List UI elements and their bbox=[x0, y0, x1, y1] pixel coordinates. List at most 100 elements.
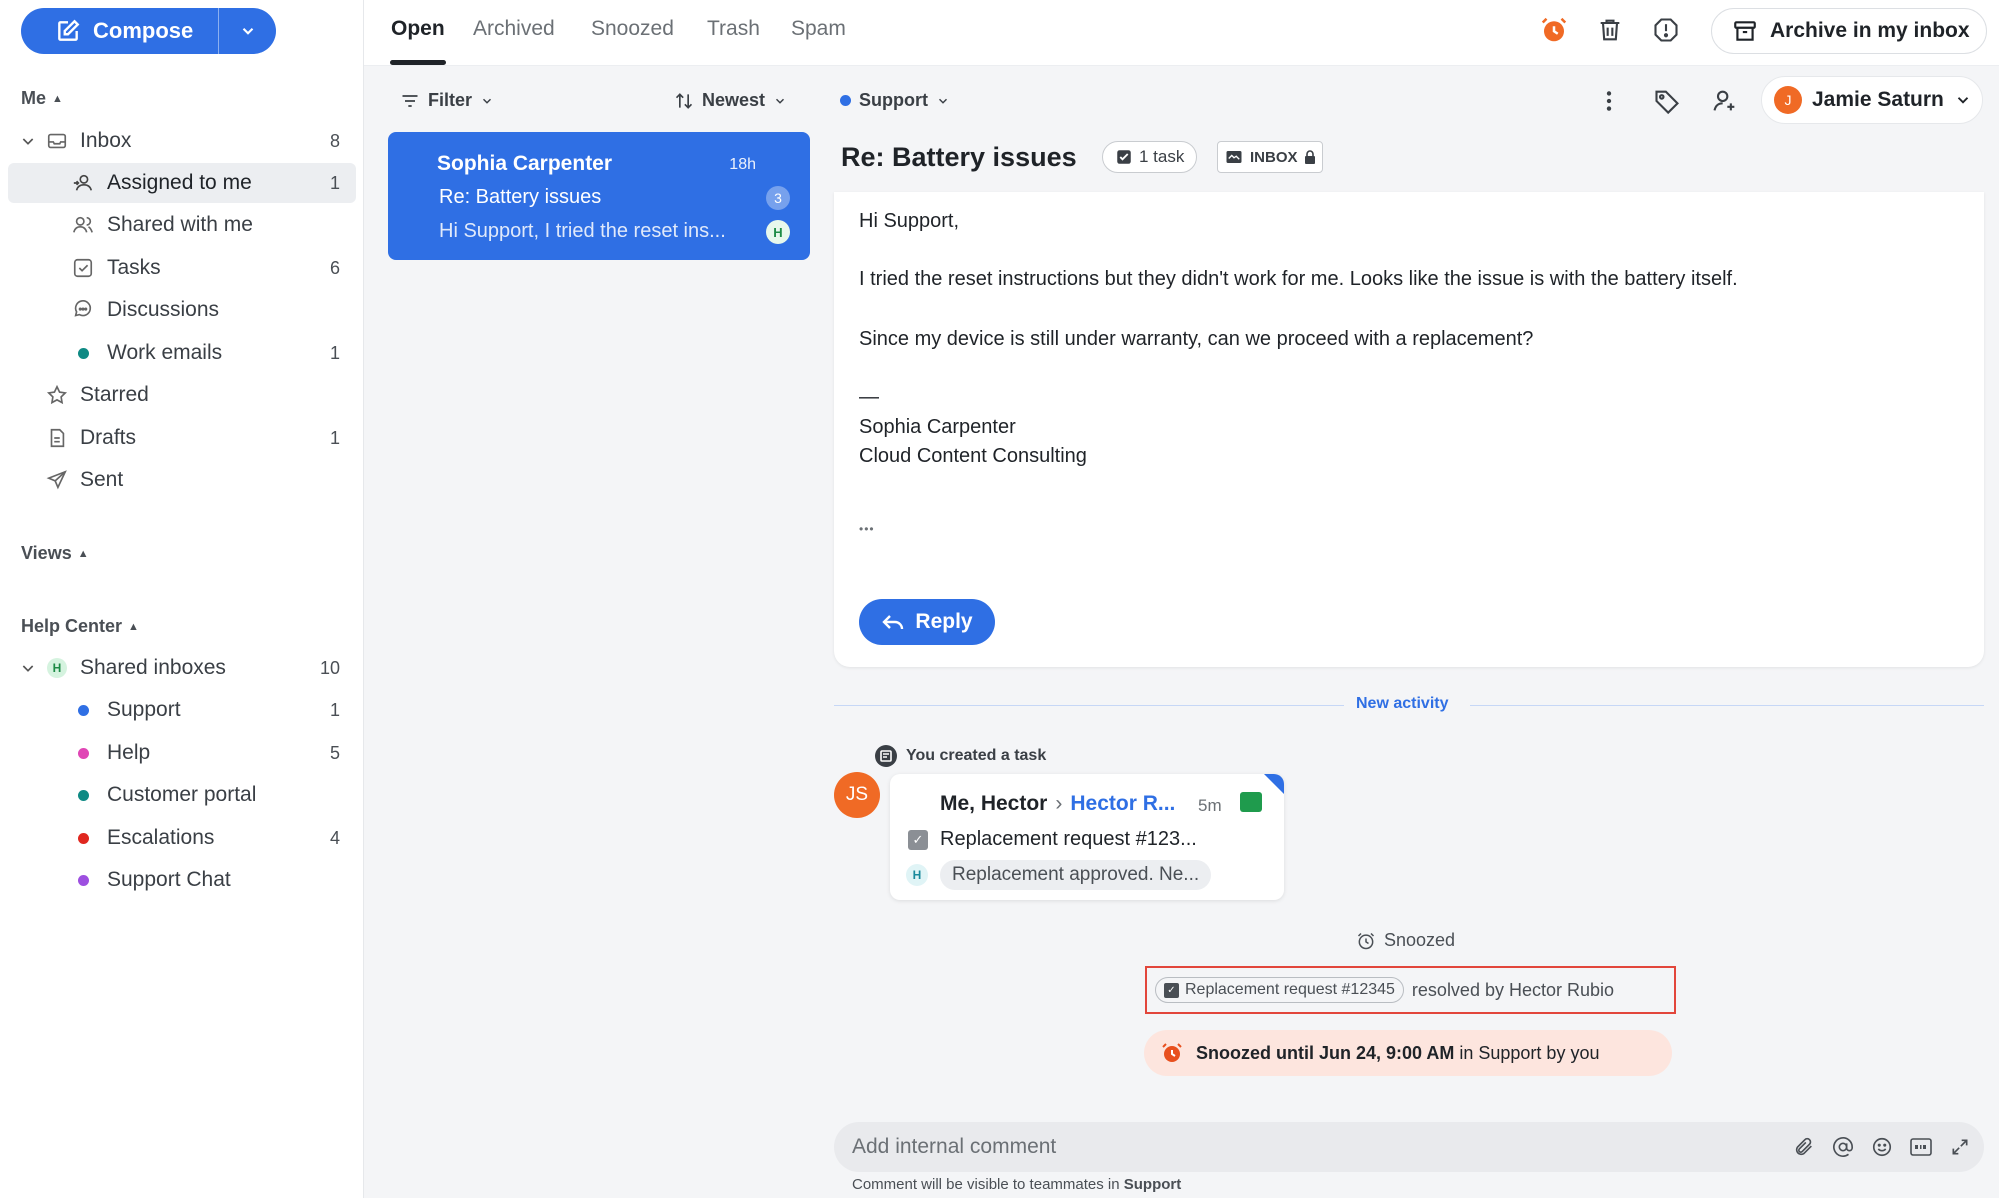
conversation-list-item[interactable]: Sophia Carpenter 18h Re: Battery issues … bbox=[388, 132, 810, 260]
chevron-down-icon bbox=[1957, 97, 1969, 104]
inbox-selector[interactable]: Support bbox=[840, 90, 950, 111]
inbox-selector-label: Support bbox=[859, 90, 928, 110]
sidebar-item-count: 1 bbox=[329, 172, 340, 193]
task-card[interactable]: Me, Hector › Hector R... 5m ✓ Replacemen… bbox=[890, 774, 1284, 900]
activity-created-task: You created a task bbox=[874, 744, 1046, 768]
sidebar-item-starred[interactable]: Starred bbox=[8, 375, 356, 415]
task-reference-label: Replacement request #12345 bbox=[1185, 981, 1395, 998]
active-tab-indicator bbox=[390, 60, 446, 65]
gif-icon[interactable] bbox=[1909, 1135, 1933, 1159]
unread-corner-marker bbox=[1264, 774, 1284, 794]
sidebar-item-label: Work emails bbox=[107, 341, 223, 364]
inbox-label-pill[interactable]: INBOX bbox=[1217, 141, 1323, 173]
sidebar-item-tasks[interactable]: Tasks 6 bbox=[8, 248, 356, 288]
inbox-pill-label: INBOX bbox=[1250, 148, 1298, 166]
blue-dot-icon bbox=[72, 699, 94, 721]
tag-button[interactable] bbox=[1650, 84, 1684, 118]
sidebar-item-shared-with-me[interactable]: Shared with me bbox=[8, 205, 356, 245]
chevron-down-icon bbox=[938, 98, 948, 104]
chat-bubble-icon bbox=[72, 299, 94, 321]
sort-button[interactable]: Newest bbox=[674, 90, 787, 111]
send-icon bbox=[46, 469, 68, 491]
delete-button[interactable] bbox=[1594, 14, 1626, 46]
chevron-down-icon bbox=[776, 98, 785, 104]
section-me-label: Me bbox=[21, 88, 47, 108]
sidebar-item-help[interactable]: Help 5 bbox=[8, 733, 356, 773]
tab-spam[interactable]: Spam bbox=[791, 17, 846, 41]
compose-dropdown-button[interactable] bbox=[219, 8, 276, 54]
sidebar-item-inbox[interactable]: Inbox 8 bbox=[8, 121, 356, 161]
internal-comment-box bbox=[834, 1122, 1984, 1172]
sidebar: Compose Me ▲ Inbox 8 Assigned to me 1 Sha… bbox=[0, 0, 364, 1198]
divider bbox=[1470, 705, 1984, 706]
sidebar-item-work-emails[interactable]: Work emails 1 bbox=[8, 333, 356, 373]
section-help-center-header[interactable]: Help Center ▲ bbox=[21, 616, 139, 637]
archive-box-icon bbox=[1734, 21, 1756, 41]
comment-visibility-note: Comment will be visible to teammates in … bbox=[852, 1176, 1182, 1193]
snooze-alarm-button[interactable] bbox=[1538, 14, 1570, 46]
more-options-button[interactable] bbox=[1592, 84, 1626, 118]
sidebar-item-count: 10 bbox=[319, 657, 340, 678]
sidebar-item-label: Shared with me bbox=[107, 213, 253, 236]
resolved-text: resolved by Hector Rubio bbox=[1411, 979, 1615, 1000]
activity-created-label: You created a task bbox=[906, 747, 1047, 764]
sidebar-item-assigned-to-me[interactable]: Assigned to me 1 bbox=[8, 163, 356, 203]
tab-open[interactable]: Open bbox=[391, 17, 445, 41]
sidebar-item-label: Customer portal bbox=[107, 783, 257, 806]
assignee-name: Jamie Saturn bbox=[1812, 88, 1944, 111]
archive-label: Archive in my inbox bbox=[1770, 19, 1970, 42]
share-with-teammate-button[interactable] bbox=[1708, 84, 1742, 118]
assignee-selector[interactable]: J Jamie Saturn bbox=[1761, 76, 1983, 124]
task-assignee: Hector R... bbox=[1070, 792, 1176, 815]
archive-in-my-inbox-button[interactable]: Archive in my inbox bbox=[1711, 8, 1987, 54]
section-views-header[interactable]: Views ▲ bbox=[21, 543, 89, 564]
red-dot-icon bbox=[72, 827, 94, 849]
chevron-down-icon[interactable] bbox=[20, 660, 36, 679]
conversation-sender: Sophia Carpenter bbox=[437, 152, 613, 175]
sidebar-item-shared-inboxes[interactable]: H Shared inboxes 10 bbox=[8, 648, 356, 688]
sidebar-item-sent[interactable]: Sent bbox=[8, 460, 356, 500]
sidebar-item-drafts[interactable]: Drafts 1 bbox=[8, 418, 356, 458]
emoji-smile-icon[interactable] bbox=[1870, 1135, 1894, 1159]
expand-icon[interactable] bbox=[1948, 1135, 1972, 1159]
filter-button[interactable]: Filter bbox=[400, 90, 494, 111]
sidebar-item-customer-portal[interactable]: Customer portal bbox=[8, 775, 356, 815]
checkbox-icon: ✓ bbox=[908, 830, 928, 850]
sidebar-item-count: 1 bbox=[329, 427, 340, 448]
task-snippet: Replacement approved. Ne... bbox=[940, 860, 1212, 890]
checkbox-icon bbox=[1117, 150, 1131, 164]
task-reference-pill[interactable]: ✓ Replacement request #12345 bbox=[1155, 977, 1404, 1003]
task-count-pill[interactable]: 1 task bbox=[1102, 141, 1198, 173]
reply-button[interactable]: Reply bbox=[859, 599, 995, 645]
message-paragraph: Since my device is still under warranty,… bbox=[859, 328, 1534, 350]
sidebar-item-discussions[interactable]: Discussions bbox=[8, 290, 356, 330]
sidebar-item-escalations[interactable]: Escalations 4 bbox=[8, 818, 356, 858]
alarm-clock-icon bbox=[1357, 932, 1375, 949]
help-center-badge-icon: H bbox=[906, 864, 928, 886]
task-participants: Me, Hector › Hector R... bbox=[940, 792, 1175, 816]
draft-document-icon bbox=[46, 427, 68, 449]
section-me-header[interactable]: Me ▲ bbox=[21, 88, 63, 109]
attachment-paperclip-icon[interactable] bbox=[1792, 1135, 1816, 1159]
report-spam-button[interactable] bbox=[1650, 14, 1682, 46]
sidebar-item-label: Drafts bbox=[80, 426, 137, 449]
mention-at-icon[interactable] bbox=[1831, 1135, 1855, 1159]
inbox-tray-icon bbox=[1226, 151, 1242, 163]
tab-archived[interactable]: Archived bbox=[473, 17, 555, 41]
conversation-pane: Support J Jamie Saturn Re: Battery issue… bbox=[820, 66, 1999, 1198]
internal-comment-input[interactable] bbox=[852, 1132, 1752, 1162]
sidebar-item-support[interactable]: Support 1 bbox=[8, 690, 356, 730]
message-greeting: Hi Support, bbox=[859, 210, 960, 232]
sidebar-item-label: Inbox bbox=[80, 129, 132, 152]
tab-trash[interactable]: Trash bbox=[707, 17, 760, 41]
chevron-down-icon[interactable] bbox=[20, 133, 36, 152]
sidebar-item-support-chat[interactable]: Support Chat bbox=[8, 860, 356, 900]
message-card: Hi Support, I tried the reset instructio… bbox=[834, 192, 1984, 667]
task-resolved-event: ✓ Replacement request #12345 resolved by… bbox=[1145, 966, 1676, 1014]
show-quoted-text-button[interactable]: ••• bbox=[859, 522, 875, 536]
compose-button[interactable]: Compose bbox=[21, 8, 219, 54]
tab-snoozed[interactable]: Snoozed bbox=[591, 17, 674, 41]
conversation-subject: Re: Battery issues bbox=[439, 186, 602, 208]
add-user-icon bbox=[1713, 90, 1735, 111]
task-checkbox-icon bbox=[72, 257, 94, 279]
